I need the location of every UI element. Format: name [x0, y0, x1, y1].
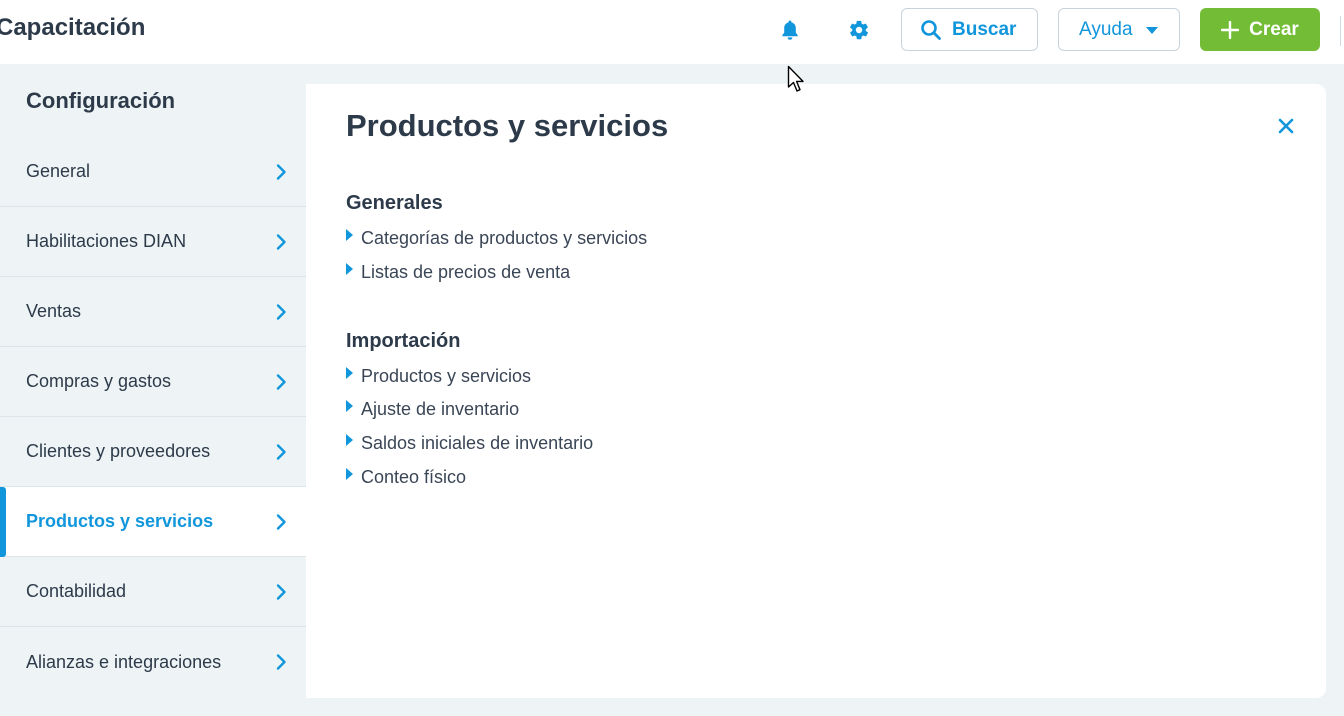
sidebar-item-label: Compras y gastos — [26, 371, 172, 391]
triangle-right-icon — [346, 263, 353, 275]
sidebar-item-ventas[interactable]: Ventas — [0, 277, 306, 347]
gear-icon — [850, 20, 868, 40]
sidebar-item-label: General — [26, 161, 91, 181]
search-button[interactable]: Buscar — [901, 8, 1038, 51]
caret-down-icon — [1145, 26, 1158, 34]
search-icon — [921, 19, 941, 40]
chevron-right-icon — [276, 234, 286, 250]
link-ajuste-inventario[interactable]: Ajuste de inventario — [346, 397, 519, 421]
chevron-right-icon — [276, 304, 286, 320]
notifications-button[interactable] — [777, 17, 803, 43]
help-button-label: Ayuda — [1079, 18, 1133, 40]
sidebar-item-productos-y-servicios[interactable]: Productos y servicios — [0, 487, 306, 557]
create-button[interactable]: Crear — [1200, 8, 1320, 51]
sidebar-item-compras-y-gastos[interactable]: Compras y gastos — [0, 347, 306, 417]
link-label: Conteo físico — [361, 466, 467, 487]
link-saldos-iniciales-inventario[interactable]: Saldos iniciales de inventario — [346, 431, 593, 455]
sidebar-item-label: Habilitaciones DIAN — [26, 231, 187, 251]
sidebar-item-label: Ventas — [26, 301, 82, 321]
top-bar: Capacitación Buscar Ayuda Crear — [0, 0, 1344, 64]
chevron-right-icon — [276, 164, 286, 180]
create-button-label: Crear — [1249, 18, 1299, 40]
bell-icon — [782, 20, 798, 40]
sidebar-heading: Configuración — [26, 88, 176, 113]
sidebar-item-label: Productos y servicios — [26, 511, 214, 531]
sidebar-item-label: Clientes y proveedores — [26, 441, 211, 461]
app-title: Capacitación — [0, 14, 146, 41]
link-label: Productos y servicios — [361, 365, 532, 386]
chevron-right-icon — [276, 654, 286, 670]
triangle-right-icon — [346, 434, 353, 446]
sidebar-item-label: Alianzas e integraciones — [26, 651, 222, 672]
mouse-pointer-icon — [787, 65, 804, 92]
link-label: Categorías de productos y servicios — [361, 227, 648, 248]
chevron-right-icon — [276, 374, 286, 390]
search-button-label: Buscar — [952, 18, 1017, 40]
link-importar-productos-servicios[interactable]: Productos y servicios — [346, 364, 531, 388]
chevron-right-icon — [276, 514, 286, 530]
chevron-right-icon — [276, 584, 286, 600]
topbar-divider — [1340, 16, 1341, 46]
settings-sidebar: Configuración General Habilitaciones DIA… — [0, 64, 306, 716]
section-heading-importacion: Importación — [346, 330, 461, 352]
chevron-right-icon — [276, 444, 286, 460]
sidebar-item-label: Contabilidad — [26, 581, 127, 601]
sidebar-item-alianzas-e-integraciones[interactable]: Alianzas e integraciones — [0, 627, 306, 697]
help-dropdown-button[interactable]: Ayuda — [1058, 8, 1180, 51]
sidebar-list: General Habilitaciones DIAN Ventas Compr… — [0, 137, 306, 697]
sidebar-item-general[interactable]: General — [0, 137, 306, 207]
link-label: Ajuste de inventario — [361, 398, 520, 419]
triangle-right-icon — [346, 229, 353, 241]
triangle-right-icon — [346, 400, 353, 412]
link-label: Listas de precios de venta — [361, 261, 571, 282]
section-heading-generales: Generales — [346, 192, 443, 214]
sidebar-item-habilitaciones-dian[interactable]: Habilitaciones DIAN — [0, 207, 306, 277]
link-listas-precios-venta[interactable]: Listas de precios de venta — [346, 260, 570, 284]
close-icon[interactable] — [1276, 116, 1296, 136]
settings-panel: Productos y servicios Generales Categorí… — [306, 84, 1326, 698]
link-label: Saldos iniciales de inventario — [361, 432, 594, 453]
sidebar-item-clientes-y-proveedores[interactable]: Clientes y proveedores — [0, 417, 306, 487]
page-title: Productos y servicios — [346, 108, 669, 143]
sidebar-item-contabilidad[interactable]: Contabilidad — [0, 557, 306, 627]
link-conteo-fisico[interactable]: Conteo físico — [346, 465, 466, 489]
settings-button[interactable] — [846, 17, 872, 43]
plus-icon — [1221, 20, 1240, 39]
triangle-right-icon — [346, 367, 353, 379]
link-categorias-productos-servicios[interactable]: Categorías de productos y servicios — [346, 226, 647, 250]
triangle-right-icon — [346, 468, 353, 480]
